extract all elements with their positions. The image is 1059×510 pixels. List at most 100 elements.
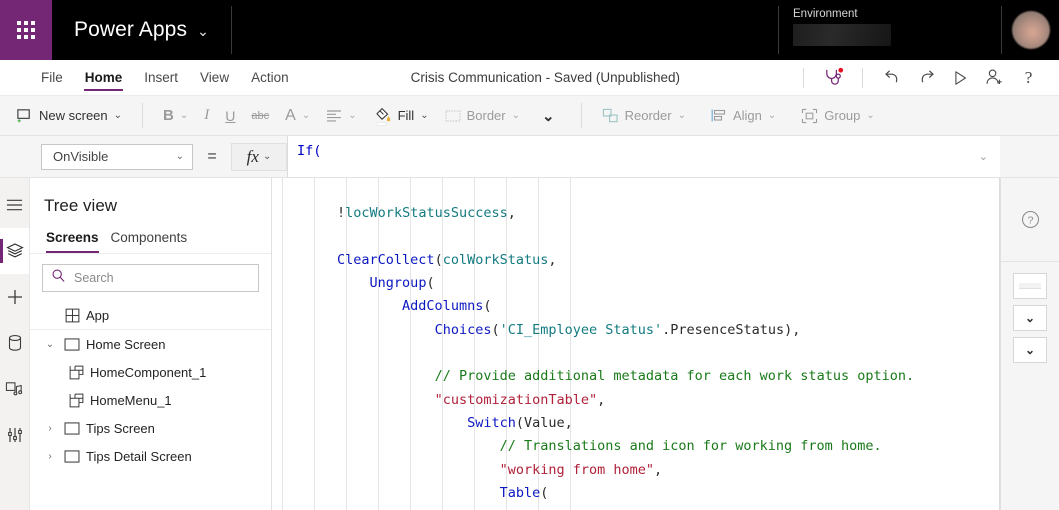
ribbon-expand-button[interactable]: ⌄ [528,103,569,129]
formula-collapse-chevron-icon[interactable]: ⌄ [979,150,988,163]
code-token: ( [540,484,549,501]
font-color-label: A [285,106,296,124]
menu-item-insert[interactable]: Insert [133,60,189,95]
code-token: , [654,461,663,478]
bold-label: B [163,107,174,124]
tree-item-label: HomeComponent_1 [90,364,207,380]
code-token: .PresenceStatus), [662,321,801,338]
waffle-grid [17,21,35,39]
property-selector-value: OnVisible [53,149,109,164]
environment-selector[interactable]: Environment [779,0,1001,60]
hamburger-menu-icon[interactable] [0,182,29,228]
menu-item-action[interactable]: Action [240,60,300,95]
tree-item-tips-screen[interactable]: › Tips Screen [30,414,271,442]
bold-button[interactable]: B ⌄ [155,103,196,128]
strikethrough-button[interactable]: abc [243,106,277,126]
dropdown-field-2[interactable]: ⌄ [1013,337,1047,363]
tree-view-layers-icon[interactable] [0,228,29,274]
font-color-button[interactable]: A ⌄ [277,103,318,129]
component-grid-icon [64,393,88,408]
tree-item-label: Tips Screen [86,420,155,436]
tree-item-home-screen[interactable]: ⌄ Home Screen [30,330,271,358]
code-token: ClearCollect [337,251,435,268]
avatar[interactable] [1002,0,1059,60]
search-placeholder: Search [74,271,114,285]
menu-item-label: View [200,70,230,85]
code-line: "working from home", [272,459,999,482]
border-icon [445,109,461,123]
reorder-label: Reorder [624,108,672,123]
menu-item-file[interactable]: File [30,60,74,95]
align-group-button[interactable]: Align ⌄ [703,104,784,127]
ribbon-toolbar: New screen ⌄ B ⌄ I U abc A ⌄ ⌄ Fill ⌄ Bo… [0,96,1059,136]
ribbon-group-arrange: Reorder ⌄ Align ⌄ Group ⌄ [586,96,891,135]
search-icon [51,268,66,288]
app-checker-stethoscope-icon[interactable] [816,63,850,93]
app-launcher-waffle-icon[interactable] [0,0,52,60]
align-button[interactable]: ⌄ [318,105,364,127]
menu-item-view[interactable]: View [189,60,240,95]
tree-item-tips-detail-screen[interactable]: › Tips Detail Screen [30,442,271,470]
data-cylinder-icon[interactable] [0,320,29,366]
brand-power-apps[interactable]: Power Apps ⌄ [52,0,231,60]
advanced-tools-icon[interactable] [0,412,29,458]
share-add-user-icon[interactable] [977,63,1011,93]
menu-item-label: Action [251,70,289,85]
italic-label: I [204,107,210,123]
tree-item-app[interactable]: App [30,302,271,330]
chevron-down-icon: ⌄ [866,110,875,121]
help-question-icon[interactable]: ? [1011,63,1045,93]
chevron-down-icon: ⌄ [677,110,686,121]
formula-input-firstline[interactable]: If( ⌄ [287,136,1000,177]
environment-label: Environment [793,8,858,20]
italic-button[interactable]: I [196,103,217,128]
code-token: "customizationTable" [434,391,598,408]
border-button[interactable]: Border ⌄ [437,104,528,127]
code-token: // Translations and icon for working fro… [499,438,882,455]
undo-icon[interactable] [875,63,909,93]
group-button[interactable]: Group ⌄ [793,104,883,128]
chevron-right-icon[interactable]: › [40,451,60,462]
media-icon[interactable] [0,366,29,412]
redo-icon[interactable] [909,63,943,93]
component-grid-icon [60,308,84,323]
underline-button[interactable]: U [217,104,243,128]
dropdown-field-1[interactable]: ⌄ [1013,305,1047,331]
fx-button[interactable]: fx ⌄ [231,142,287,171]
chevron-right-icon[interactable]: › [40,423,60,434]
chevron-down-icon: ⌄ [511,110,521,121]
new-screen-button[interactable]: New screen ⌄ [8,103,130,128]
preview-play-icon[interactable] [943,63,977,93]
menu-item-home[interactable]: Home [74,60,134,95]
tab-components[interactable]: Components [109,228,194,253]
tree-view-tabs: Screens Components [30,228,271,254]
color-swatch-field[interactable] [1013,273,1047,299]
code-token: Ungroup [369,275,427,292]
tree-item-homecomponent-1[interactable]: HomeComponent_1 [30,358,271,386]
chevron-down-icon: ⌄ [262,151,272,162]
help-circle-icon[interactable]: ? [1001,178,1059,262]
chevron-down-icon: ⌄ [113,110,123,121]
align-icon [326,109,342,123]
reorder-button[interactable]: Reorder ⌄ [594,104,694,128]
tree-item-label: App [86,308,110,323]
formula-code-text[interactable]: !locWorkStatusSuccess, ClearCollect(colW… [272,178,999,510]
chevron-down-icon[interactable]: ⌄ [40,339,60,350]
search-input[interactable]: Search [42,264,259,292]
component-grid-icon [64,365,88,380]
code-line: { [272,505,999,510]
tab-screens[interactable]: Screens [44,228,105,253]
code-line: // Provide additional metadata for each … [272,365,999,388]
code-token: colWorkStatus [442,251,549,268]
code-line: Choices('CI_Employee Status'.PresenceSta… [272,319,999,342]
formula-code-editor[interactable]: !locWorkStatusSuccess, ClearCollect(colW… [272,178,1000,510]
fill-button[interactable]: Fill ⌄ [365,101,437,131]
reorder-icon [602,108,619,124]
insert-plus-icon[interactable] [0,274,29,320]
property-selector[interactable]: OnVisible ⌄ [41,143,193,170]
tree-item-homemenu-1[interactable]: HomeMenu_1 [30,386,271,414]
